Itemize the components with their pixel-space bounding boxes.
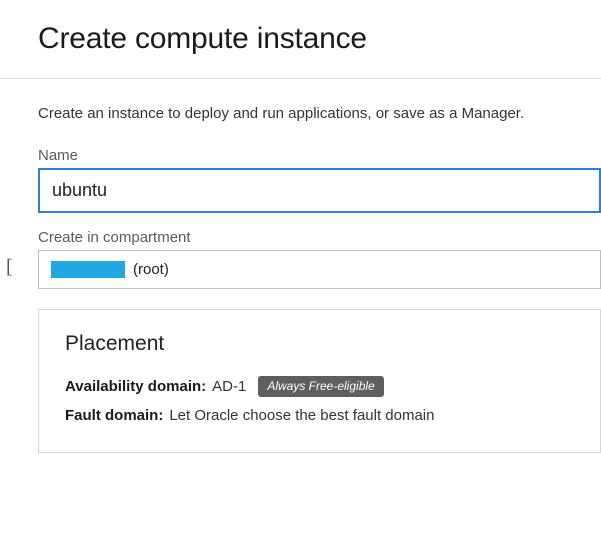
page-title: Create compute instance [38,22,601,56]
name-field-group: Name [38,147,601,213]
compartment-value: (root) [133,261,169,278]
fault-domain-value: Let Oracle choose the best fault domain [169,407,434,424]
name-label: Name [38,147,601,164]
description-text: Create an instance to deploy and run app… [38,103,601,125]
page-content: Create an instance to deploy and run app… [0,79,601,453]
fault-domain-label: Fault domain: [65,407,163,424]
availability-domain-value: AD-1 [212,378,246,395]
placement-title: Placement [65,332,574,356]
compartment-field-group: Create in compartment (root) [38,229,601,289]
page-header: Create compute instance [0,0,601,79]
compartment-select[interactable]: (root) [38,250,601,289]
availability-domain-label: Availability domain: [65,378,206,395]
name-input[interactable] [38,168,601,213]
free-eligible-badge: Always Free-eligible [258,376,383,397]
redacted-block-icon [51,261,125,278]
fault-domain-row: Fault domain: Let Oracle choose the best… [65,407,574,424]
availability-domain-row: Availability domain: AD-1 Always Free-el… [65,376,574,397]
compartment-label: Create in compartment [38,229,601,246]
placement-panel: Placement Availability domain: AD-1 Alwa… [38,309,601,453]
